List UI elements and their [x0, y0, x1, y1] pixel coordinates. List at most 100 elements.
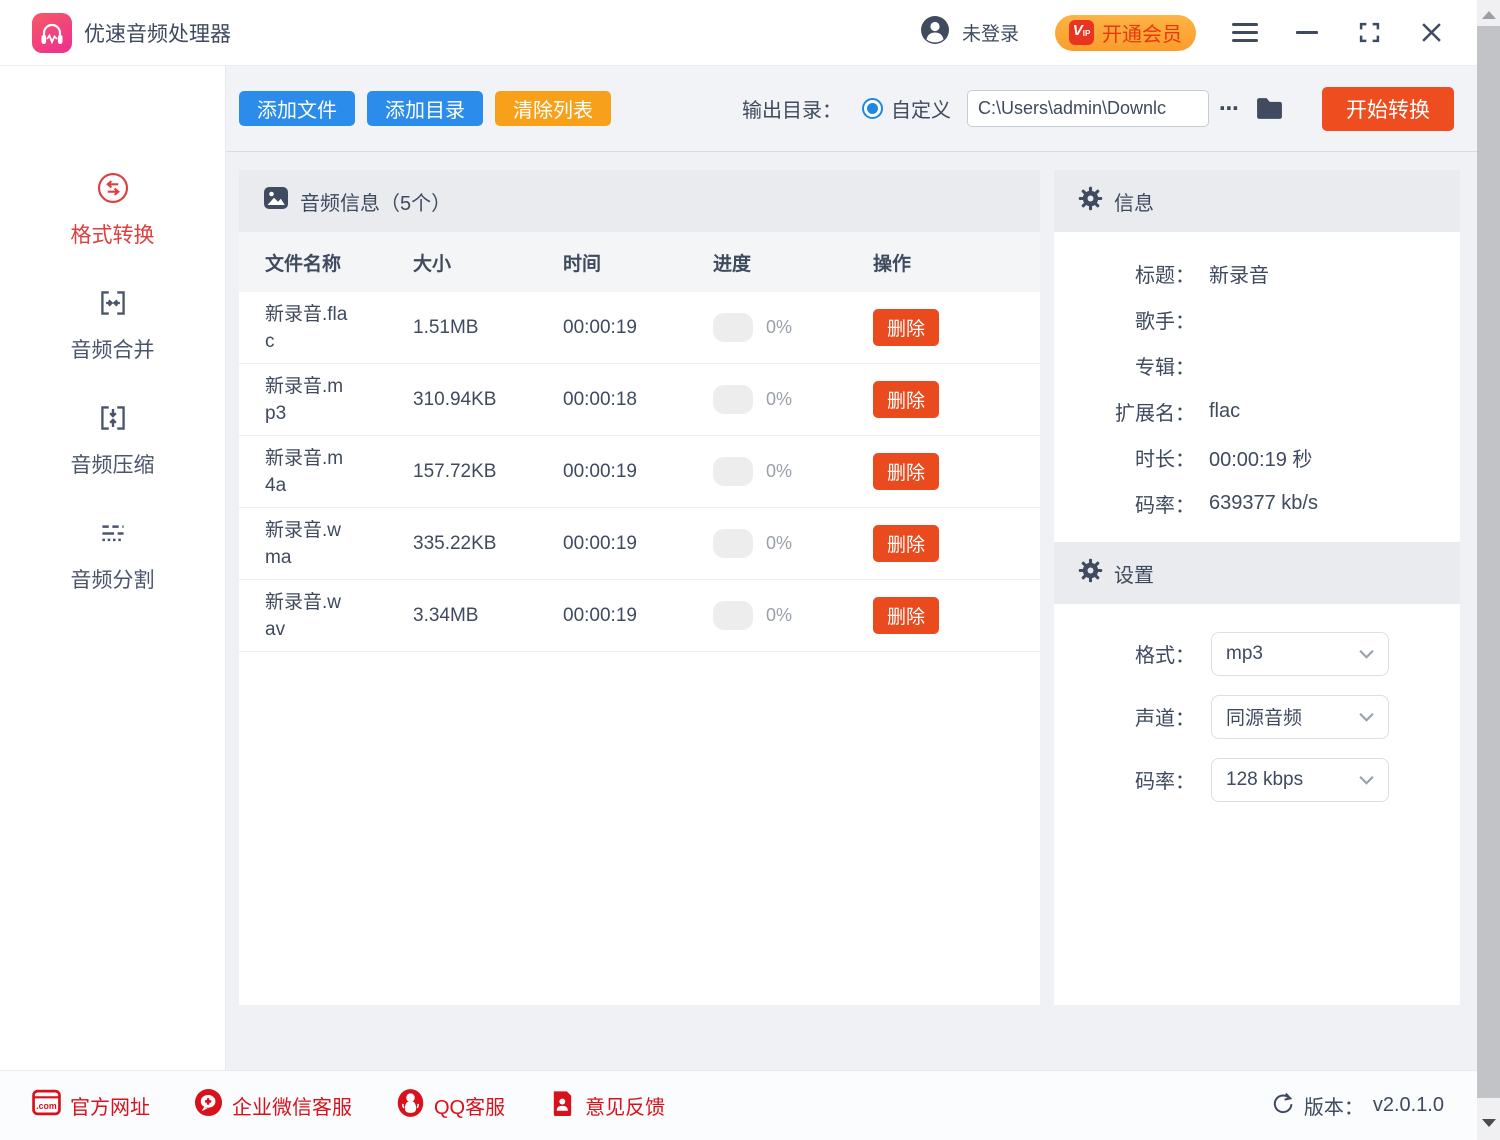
settings-field: 声道： 同源音频: [1054, 685, 1460, 748]
menu-icon[interactable]: [1232, 23, 1258, 43]
output-path-input[interactable]: [967, 90, 1209, 127]
close-button[interactable]: [1418, 20, 1444, 46]
version-info: 版本： v2.0.1.0: [1271, 1091, 1444, 1121]
sidebar-item-audio-compress[interactable]: 音频压缩: [71, 400, 155, 479]
toolbar: 添加文件 添加目录 清除列表 输出目录： 自定义 ⋯ 开始转换: [227, 66, 1500, 152]
maximize-button[interactable]: [1356, 20, 1382, 46]
progress-bar: [713, 385, 753, 414]
progress-bar: [713, 601, 753, 630]
settings-field: 格式： mp3: [1054, 622, 1460, 685]
gear-icon: [1078, 186, 1103, 217]
version-label: 版本：: [1304, 1091, 1364, 1120]
delete-button[interactable]: 删除: [873, 381, 939, 418]
footer: .com 官方网址 企业微信客服 QQ客服: [0, 1070, 1500, 1140]
format-select[interactable]: mp3: [1211, 632, 1389, 676]
sidebar-item-audio-merge[interactable]: 音频合并: [71, 285, 155, 364]
vip-label: 开通会员: [1102, 18, 1182, 47]
feedback-link[interactable]: 意见反馈: [549, 1089, 665, 1123]
col-time: 时间: [563, 249, 713, 276]
cell-progress: 0%: [713, 313, 873, 342]
info-fields: 标题： 新录音 歌手： 专辑： 扩展名： flac 时长： 00:00:19 秒…: [1054, 232, 1460, 526]
settings-fields: 格式： mp3 声道： 同源音频 码率：: [1054, 604, 1460, 811]
version-value: v2.0.1.0: [1373, 1094, 1444, 1117]
info-field: 标题： 新录音: [1054, 250, 1460, 296]
wechat-support-link[interactable]: 企业微信客服: [194, 1088, 352, 1123]
format-convert-icon: [95, 170, 131, 206]
bitrate-select[interactable]: 128 kbps: [1211, 758, 1389, 802]
field-label: 声道：: [1054, 702, 1195, 731]
delete-button[interactable]: 删除: [873, 597, 939, 634]
settings-panel-header: 设置: [1054, 542, 1460, 604]
qq-support-link[interactable]: QQ客服: [396, 1088, 505, 1124]
open-folder-icon[interactable]: [1255, 95, 1284, 122]
info-field: 时长： 00:00:19 秒: [1054, 434, 1460, 480]
more-options-button[interactable]: ⋯: [1219, 96, 1241, 121]
field-label: 码率：: [1054, 765, 1195, 794]
cell-progress: 0%: [713, 457, 873, 486]
cell-time: 00:00:19: [563, 461, 713, 483]
official-site-link[interactable]: .com 官方网址: [32, 1089, 150, 1122]
sidebar-item-audio-split[interactable]: 音频分割: [71, 515, 155, 594]
custom-dir-radio[interactable]: [862, 98, 883, 119]
cell-time: 00:00:19: [563, 317, 713, 339]
progress-bar: [713, 457, 753, 486]
field-label: 格式：: [1054, 639, 1195, 668]
svg-text:.com: .com: [36, 1101, 57, 1111]
open-vip-button[interactable]: VIP 开通会员: [1055, 15, 1196, 51]
scroll-up-arrow-icon[interactable]: [1477, 6, 1500, 24]
login-status[interactable]: 未登录: [920, 15, 1019, 50]
cell-filename: 新录音.wav: [265, 589, 413, 643]
gear-icon: [1078, 558, 1103, 589]
info-panel-title: 信息: [1114, 187, 1154, 216]
cell-size: 335.22KB: [413, 533, 563, 555]
field-value: 新录音: [1209, 259, 1269, 288]
cell-filename: 新录音.flac: [265, 301, 413, 355]
info-field: 歌手：: [1054, 296, 1460, 342]
channel-select[interactable]: 同源音频: [1211, 695, 1389, 739]
field-label: 标题：: [1054, 259, 1195, 288]
table-row[interactable]: 新录音.wav 3.34MB 00:00:19 0% 删除: [239, 580, 1040, 652]
refresh-icon[interactable]: [1271, 1091, 1295, 1121]
sidebar-item-format-convert[interactable]: 格式转换: [71, 170, 155, 249]
col-progress: 进度: [713, 249, 873, 276]
audio-split-icon: [95, 515, 131, 551]
table-row[interactable]: 新录音.wma 335.22KB 00:00:19 0% 删除: [239, 508, 1040, 580]
add-folder-button[interactable]: 添加目录: [367, 91, 483, 126]
window-scrollbar[interactable]: [1477, 0, 1500, 1140]
delete-button[interactable]: 删除: [873, 453, 939, 490]
add-file-button[interactable]: 添加文件: [239, 91, 355, 126]
wechat-icon: [194, 1088, 223, 1123]
sidebar-item-label: 音频压缩: [71, 449, 155, 479]
footer-link-label: 企业微信客服: [232, 1091, 352, 1120]
audio-merge-icon: [95, 285, 131, 321]
sidebar: 格式转换 音频合并 音频压缩: [0, 66, 226, 1070]
minimize-button[interactable]: [1294, 20, 1320, 46]
field-value: flac: [1209, 400, 1240, 423]
table-row[interactable]: 新录音.mp3 310.94KB 00:00:18 0% 删除: [239, 364, 1040, 436]
start-convert-button[interactable]: 开始转换: [1322, 87, 1454, 131]
clear-list-button[interactable]: 清除列表: [495, 91, 611, 126]
footer-link-label: 意见反馈: [585, 1091, 665, 1120]
settings-panel-title: 设置: [1114, 559, 1154, 588]
field-value: 00:00:19 秒: [1209, 443, 1312, 472]
progress-percent: 0%: [766, 461, 792, 482]
footer-link-label: 官方网址: [70, 1091, 150, 1120]
table-row[interactable]: 新录音.flac 1.51MB 00:00:19 0% 删除: [239, 292, 1040, 364]
delete-button[interactable]: 删除: [873, 309, 939, 346]
scroll-down-arrow-icon[interactable]: [1477, 1114, 1500, 1132]
cell-filename: 新录音.wma: [265, 517, 413, 571]
audio-info-icon: [263, 185, 289, 217]
scrollbar-thumb[interactable]: [1477, 26, 1500, 1098]
col-filename: 文件名称: [265, 249, 413, 276]
progress-percent: 0%: [766, 317, 792, 338]
select-value: 同源音频: [1226, 703, 1302, 730]
custom-dir-label: 自定义: [891, 94, 951, 123]
table-row[interactable]: 新录音.m4a 157.72KB 00:00:19 0% 删除: [239, 436, 1040, 508]
cell-progress: 0%: [713, 529, 873, 558]
info-panel-header: 信息: [1054, 170, 1460, 232]
cell-time: 00:00:19: [563, 533, 713, 555]
info-field: 扩展名： flac: [1054, 388, 1460, 434]
delete-button[interactable]: 删除: [873, 525, 939, 562]
progress-bar: [713, 313, 753, 342]
app-logo-icon: [32, 13, 72, 53]
